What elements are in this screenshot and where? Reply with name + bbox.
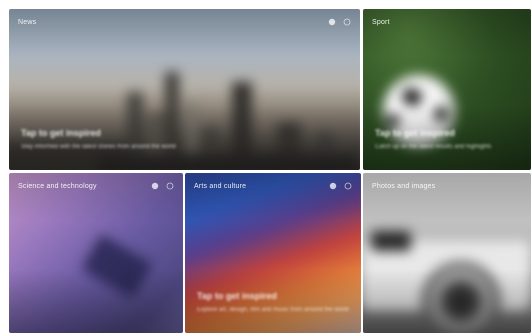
pin-icon[interactable]: [327, 17, 337, 27]
tile-cta: Tap to get inspired: [21, 128, 101, 138]
more-icon[interactable]: [343, 181, 353, 191]
tile-sport[interactable]: Sport Tap to get inspired Catch up on th…: [363, 9, 531, 170]
tile-title: Sport: [372, 19, 390, 26]
tile-photos-images[interactable]: Photos and images: [363, 173, 531, 333]
more-icon[interactable]: [342, 17, 352, 27]
more-icon[interactable]: [165, 181, 175, 191]
tile-actions: [150, 181, 175, 191]
tile-cta: Tap to get inspired: [375, 128, 455, 138]
tile-title: Photos and images: [372, 183, 436, 190]
pin-icon[interactable]: [328, 181, 338, 191]
tile-grid: News Tap to get inspired Stay informed w…: [0, 0, 531, 333]
tile-title: Arts and culture: [194, 183, 247, 190]
tile-description: Catch up on the latest results and highl…: [375, 144, 492, 150]
tile-actions: [327, 17, 352, 27]
tile-description: Stay informed with the latest stories fr…: [21, 144, 176, 150]
tile-actions: [328, 181, 353, 191]
pin-icon[interactable]: [150, 181, 160, 191]
tile-science-technology[interactable]: Science and technology: [9, 173, 183, 333]
tile-title: Science and technology: [18, 183, 97, 190]
tile-title: News: [18, 19, 37, 26]
tile-arts-culture[interactable]: Arts and culture Tap to get inspired Exp…: [185, 173, 361, 333]
tile-news[interactable]: News Tap to get inspired Stay informed w…: [9, 9, 360, 170]
tile-description: Explore art, design, film and music from…: [197, 307, 349, 313]
tile-cta: Tap to get inspired: [197, 291, 277, 301]
